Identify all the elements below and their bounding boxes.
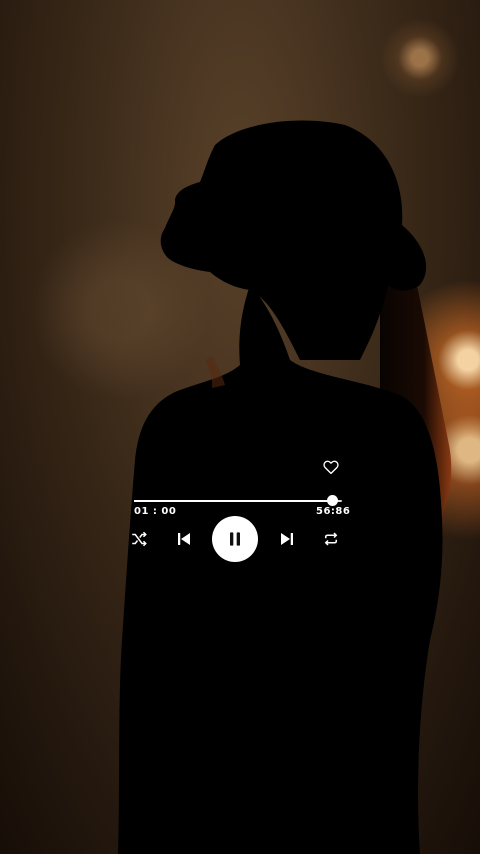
heart-outline-icon [323,460,339,475]
progress-fill [134,500,332,502]
total-time: 56:86 [316,506,351,517]
play-pause-button[interactable] [212,516,258,562]
shuffle-icon [132,531,147,547]
skip-previous-icon [178,533,190,545]
next-button[interactable] [277,529,297,549]
repeat-icon [324,532,338,546]
like-button[interactable] [322,458,340,476]
background-photo: 01 : 00 56:86 [0,0,480,854]
pause-icon [230,532,240,546]
elapsed-time: 01 : 00 [134,506,177,517]
shuffle-button[interactable] [129,529,149,549]
repeat-button[interactable] [321,529,341,549]
music-player-overlay: 01 : 00 56:86 [0,0,480,854]
skip-next-icon [281,533,293,545]
progress-bar[interactable] [134,495,342,506]
previous-button[interactable] [174,529,194,549]
progress-handle[interactable] [326,495,338,506]
